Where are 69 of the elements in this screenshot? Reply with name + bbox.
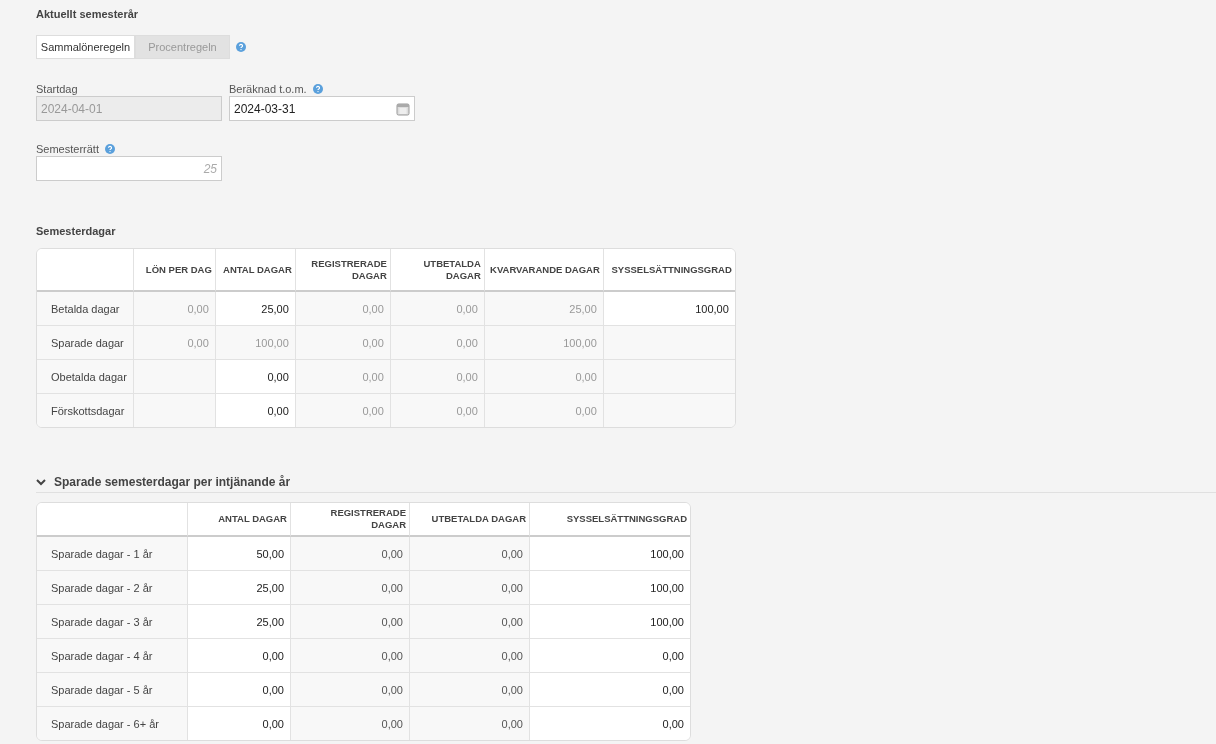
table-cell: 100,00: [215, 326, 296, 360]
column-header: SYSSELSÄTTNINGSGRAD: [603, 249, 735, 292]
table-cell: 0,00: [295, 326, 391, 360]
table-cell: 0,00: [390, 394, 485, 427]
column-header: REGISTRERADE DAGAR: [291, 503, 410, 537]
date-field: 2024-04-01: [36, 96, 222, 121]
table-cell: 0,00: [291, 571, 410, 605]
table-cell[interactable]: 0,00: [188, 639, 291, 673]
table-cell: 0,00: [295, 360, 391, 394]
table-cell: 0,00: [410, 639, 530, 673]
table-cell: 0,00: [390, 360, 485, 394]
table-cell: 0,00: [484, 360, 604, 394]
row-label: Sparade dagar - 3 år: [37, 605, 188, 639]
table-cell: 100,00: [484, 326, 604, 360]
section-title[interactable]: Sparade semesterdagar per intjänande år: [54, 474, 291, 490]
calendar-icon[interactable]: [396, 101, 410, 116]
column-header: SYSSELSÄTTNINGSGRAD: [530, 503, 690, 537]
table-cell[interactable]: 0,00: [188, 673, 291, 707]
column-header: REGISTRERADE DAGAR: [295, 249, 391, 292]
table-cell: 0,00: [390, 326, 485, 360]
field-label: Startdag: [36, 82, 78, 95]
table-cell: 0,00: [133, 292, 216, 326]
column-header: ANTAL DAGAR: [188, 503, 291, 537]
chevron-down-icon[interactable]: [36, 477, 46, 487]
table-cell: 25,00: [484, 292, 604, 326]
table-cell[interactable]: 0,00: [215, 360, 296, 394]
table-cell: 0,00: [133, 326, 216, 360]
row-label: Sparade dagar: [37, 326, 134, 360]
table-cell: 0,00: [291, 707, 410, 740]
section-title: Aktuellt semesterår: [36, 7, 140, 22]
column-header: ANTAL DAGAR: [215, 249, 296, 292]
table-cell[interactable]: 25,00: [188, 571, 291, 605]
number-field[interactable]: 25: [36, 156, 222, 181]
table-cell: 0,00: [295, 292, 391, 326]
rule-toggle-option[interactable]: Sammalöneregeln: [36, 35, 135, 59]
field-label: Beräknad t.o.m.: [229, 82, 307, 95]
table-cell: 0,00: [291, 605, 410, 639]
table-cell: 0,00: [410, 707, 530, 740]
table-cell: 0,00: [291, 537, 410, 571]
help-icon[interactable]: [312, 83, 323, 94]
table-cell: 0,00: [410, 673, 530, 707]
help-icon[interactable]: [236, 42, 246, 52]
table-cell[interactable]: 25,00: [215, 292, 296, 326]
row-label: Sparade dagar - 4 år: [37, 639, 188, 673]
row-label: Sparade dagar - 6+ år: [37, 707, 188, 740]
row-label: Sparade dagar - 2 år: [37, 571, 188, 605]
row-label: Obetalda dagar: [37, 360, 134, 394]
field-label: Semesterrätt: [36, 142, 99, 155]
table-cell[interactable]: 25,00: [188, 605, 291, 639]
row-label: Förskottsdagar: [37, 394, 134, 427]
column-header: KVARVARANDE DAGAR: [484, 249, 604, 292]
table-cell: 0,00: [410, 605, 530, 639]
column-header: UTBETALDA DAGAR: [390, 249, 485, 292]
table-cell: 0,00: [410, 537, 530, 571]
table-cell: 0,00: [295, 394, 391, 427]
table-cell: 0,00: [484, 394, 604, 427]
table-cell[interactable]: 50,00: [188, 537, 291, 571]
table-cell: 0,00: [410, 571, 530, 605]
table-cell: 0,00: [291, 673, 410, 707]
section-title: Semesterdagar: [36, 224, 117, 239]
column-header: UTBETALDA DAGAR: [410, 503, 530, 537]
row-label: Betalda dagar: [37, 292, 134, 326]
help-icon[interactable]: [104, 143, 115, 154]
row-label: Sparade dagar - 1 år: [37, 537, 188, 571]
table-cell: 0,00: [291, 639, 410, 673]
column-header: LÖN PER DAG: [133, 249, 216, 292]
row-label: Sparade dagar - 5 år: [37, 673, 188, 707]
date-field[interactable]: 2024-03-31: [229, 96, 415, 121]
table-cell: 0,00: [390, 292, 485, 326]
